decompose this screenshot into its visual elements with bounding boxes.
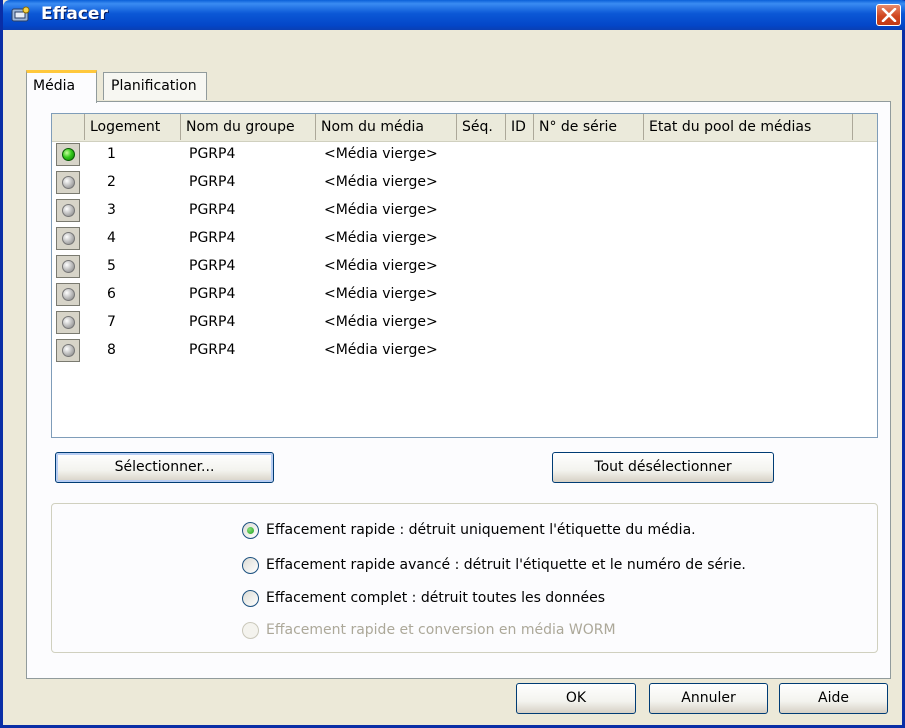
column-header-id[interactable]: ID — [506, 114, 534, 140]
table-row[interactable]: 2 PGRP4 <Média vierge> — [52, 169, 877, 197]
slot-cell: 5 — [107, 258, 116, 274]
erase-options-group: Effacement rapide : détruit uniquement l… — [51, 503, 878, 653]
status-on-icon — [62, 148, 75, 161]
status-indicator — [56, 143, 80, 166]
group-cell: PGRP4 — [189, 174, 236, 190]
table-row[interactable]: 5 PGRP4 <Média vierge> — [52, 253, 877, 281]
column-header-seq[interactable]: Séq. — [457, 114, 506, 140]
deselect-all-button[interactable]: Tout désélectionner — [552, 452, 774, 483]
radio-label: Effacement rapide : détruit uniquement l… — [266, 522, 696, 538]
media-table[interactable]: Logement Nom du groupe Nom du média Séq.… — [51, 113, 878, 438]
erase-dialog: Effacer Média Planification Logement Nom… — [0, 0, 905, 728]
column-header-pool-state[interactable]: Etat du pool de médias — [644, 114, 853, 140]
column-header-logement[interactable]: Logement — [85, 114, 181, 140]
tab-media[interactable]: Média — [26, 70, 97, 103]
column-header-media[interactable]: Nom du média — [316, 114, 457, 140]
status-off-icon — [62, 260, 75, 273]
slot-cell: 3 — [107, 202, 116, 218]
media-cell: <Média vierge> — [324, 202, 438, 218]
radio-button-disabled — [242, 622, 259, 639]
media-cell: <Média vierge> — [324, 174, 438, 190]
status-indicator — [56, 171, 80, 194]
radio-label: Effacement rapide avancé : détruit l'éti… — [266, 557, 746, 573]
media-cell: <Média vierge> — [324, 314, 438, 330]
media-cell: <Média vierge> — [324, 146, 438, 162]
slot-cell: 8 — [107, 342, 116, 358]
status-off-icon — [62, 204, 75, 217]
column-header-status[interactable] — [52, 114, 85, 140]
group-cell: PGRP4 — [189, 258, 236, 274]
status-indicator — [56, 255, 80, 278]
slot-cell: 4 — [107, 230, 116, 246]
group-cell: PGRP4 — [189, 286, 236, 302]
status-indicator — [56, 227, 80, 250]
table-row[interactable]: 6 PGRP4 <Média vierge> — [52, 281, 877, 309]
help-button[interactable]: Aide — [779, 683, 888, 714]
title-bar[interactable]: Effacer — [3, 0, 905, 30]
select-button[interactable]: Sélectionner... — [55, 452, 274, 483]
slot-cell: 7 — [107, 314, 116, 330]
status-off-icon — [62, 344, 75, 357]
status-off-icon — [62, 176, 75, 189]
slot-cell: 1 — [107, 146, 116, 162]
status-off-icon — [62, 316, 75, 329]
column-header-filler — [853, 114, 877, 140]
table-row[interactable]: 4 PGRP4 <Média vierge> — [52, 225, 877, 253]
group-cell: PGRP4 — [189, 146, 236, 162]
group-cell: PGRP4 — [189, 230, 236, 246]
table-header: Logement Nom du groupe Nom du média Séq.… — [52, 114, 877, 142]
column-header-group[interactable]: Nom du groupe — [181, 114, 316, 140]
ok-button[interactable]: OK — [516, 683, 636, 714]
tab-planification[interactable]: Planification — [103, 72, 207, 100]
status-off-icon — [62, 288, 75, 301]
radio-button[interactable] — [242, 590, 259, 607]
slot-cell: 6 — [107, 286, 116, 302]
group-cell: PGRP4 — [189, 342, 236, 358]
status-indicator — [56, 311, 80, 334]
cancel-button[interactable]: Annuler — [649, 683, 768, 714]
table-row[interactable]: 7 PGRP4 <Média vierge> — [52, 309, 877, 337]
tab-media-label: Média — [33, 78, 76, 94]
close-button[interactable] — [876, 4, 901, 26]
radio-button-checked[interactable] — [242, 522, 259, 539]
status-indicator — [56, 283, 80, 306]
group-cell: PGRP4 — [189, 314, 236, 330]
status-indicator — [56, 199, 80, 222]
media-cell: <Média vierge> — [324, 342, 438, 358]
radio-label: Effacement complet : détruit toutes les … — [266, 590, 606, 606]
app-icon — [11, 6, 30, 22]
window-title: Effacer — [41, 4, 108, 24]
tab-planification-label: Planification — [111, 78, 197, 94]
table-row[interactable]: 3 PGRP4 <Média vierge> — [52, 197, 877, 225]
media-cell: <Média vierge> — [324, 286, 438, 302]
table-row[interactable]: 8 PGRP4 <Média vierge> — [52, 337, 877, 365]
status-indicator — [56, 339, 80, 362]
media-cell: <Média vierge> — [324, 258, 438, 274]
group-cell: PGRP4 — [189, 202, 236, 218]
column-header-serial[interactable]: N° de série — [534, 114, 644, 140]
media-cell: <Média vierge> — [324, 230, 438, 246]
table-row[interactable]: 1 PGRP4 <Média vierge> — [52, 141, 877, 169]
status-off-icon — [62, 232, 75, 245]
slot-cell: 2 — [107, 174, 116, 190]
radio-label: Effacement rapide et conversion en média… — [266, 622, 616, 638]
radio-button[interactable] — [242, 557, 259, 574]
close-icon — [881, 8, 897, 22]
